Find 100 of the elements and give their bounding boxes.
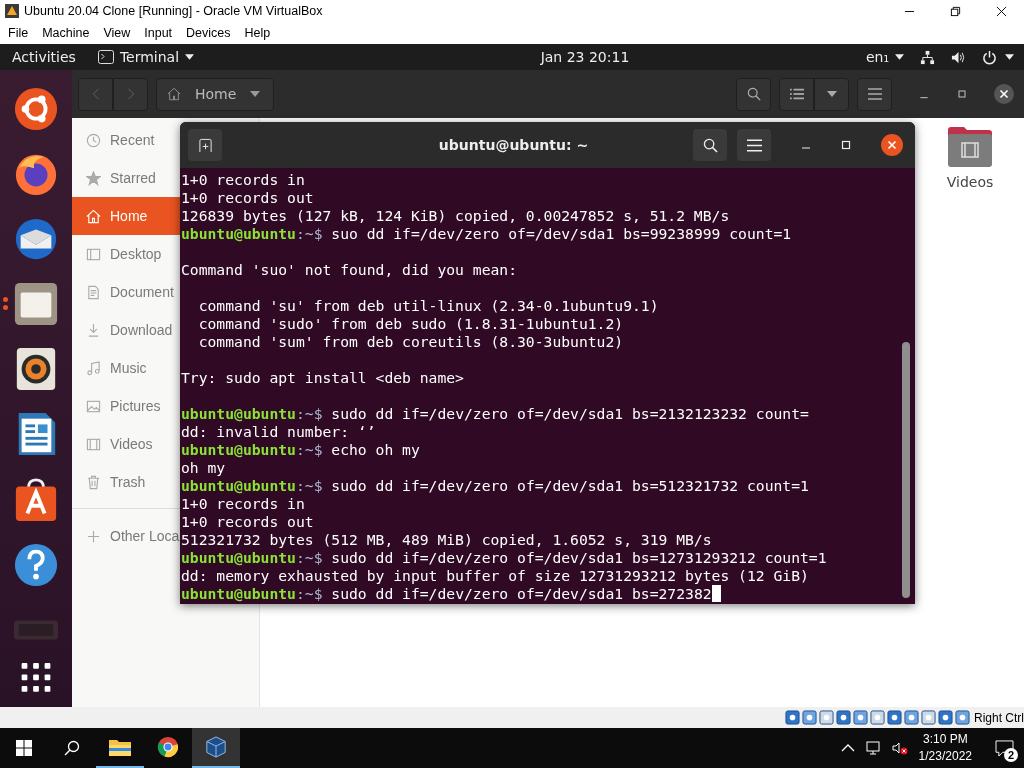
caret-icon — [250, 91, 261, 97]
terminal-icon — [97, 50, 114, 64]
network-icon[interactable] — [920, 49, 935, 65]
browser-icon — [156, 736, 180, 758]
menu-button[interactable] — [857, 77, 892, 111]
window-title: Ubuntu 20.04 Clone [Running] - Oracle VM VirtualBox — [24, 4, 323, 18]
sidebar-item[interactable]: Recent — [72, 121, 180, 159]
clock[interactable]: Jan 23 20:11 — [540, 49, 630, 65]
terminal-title: ubuntu@ubuntu: ~ — [438, 137, 589, 153]
power-icon[interactable] — [982, 49, 997, 65]
taskbar-time[interactable]: 3:10 PM — [922, 731, 968, 748]
status-icon[interactable] — [819, 710, 834, 725]
host-key-label: Right Ctrl — [974, 710, 1024, 725]
status-icon[interactable] — [802, 710, 817, 725]
terminal-line: ubuntu@ubuntu:~$ suo dd if=/dev/zero of=/dev/sda1 bs=99238999 count=1 — [181, 225, 793, 243]
close-icon[interactable] — [881, 134, 903, 156]
terminal-line: ubuntu@ubuntu:~$ sudo dd if=/dev/zero of=/dev/sda1 bs=12731293212 count=1 — [181, 549, 828, 567]
terminal-line: ubuntu@ubuntu:~$ sudo dd if=/dev/zero of=/dev/sda1 bs=512321732 count=1 — [181, 477, 810, 495]
activities-button[interactable]: Activities — [12, 49, 76, 65]
close-icon[interactable] — [996, 5, 1007, 17]
terminal-line: dd: memory exhausted by input buffer of size 12731293212 bytes (12 GiB) — [181, 567, 810, 585]
terminal-line: 1+0 records in — [181, 495, 306, 513]
sidebar-item[interactable]: Starred — [72, 159, 180, 197]
status-icon[interactable] — [904, 710, 919, 725]
volume-muted-icon[interactable] — [891, 740, 908, 756]
status-icon[interactable] — [887, 710, 902, 725]
terminal-line: command 'sum' from deb coreutils (8.30-3ubuntu2) — [197, 333, 625, 351]
terminal-line: 512321732 bytes (512 MB, 489 MiB) copied, 1.6052 s, 319 MB/s — [181, 531, 713, 549]
notification-button[interactable]: 2 — [984, 728, 1024, 768]
sidebar-item[interactable]: Other Loca — [72, 517, 180, 555]
status-icon[interactable] — [870, 710, 885, 725]
windows-start-icon[interactable] — [16, 740, 32, 756]
terminal-line: 126839 bytes (127 kB, 124 KiB) copied, 0.00247852 s, 51.2 MB/s — [181, 207, 731, 225]
ubuntu-logo-icon[interactable] — [13, 85, 59, 132]
list-icon — [789, 87, 804, 101]
search-icon[interactable] — [64, 740, 80, 756]
sidebar-item[interactable]: Pictures — [72, 387, 180, 425]
input-source-menu[interactable]: en₁ — [865, 49, 904, 65]
maximize-icon[interactable] — [841, 140, 851, 150]
taskbar-app[interactable] — [192, 728, 240, 768]
network-icon[interactable] — [865, 740, 882, 756]
terminal-line: Try: sudo apt install <deb name> — [181, 369, 465, 387]
status-icon[interactable] — [938, 710, 953, 725]
search-button[interactable] — [693, 129, 727, 161]
sidebar-item[interactable]: Document — [72, 273, 180, 311]
menu-item[interactable]: File — [1, 26, 36, 40]
caret-icon — [895, 54, 904, 60]
app-grid-icon[interactable] — [20, 662, 52, 694]
home-icon — [167, 87, 181, 101]
terminal-line: ubuntu@ubuntu:~$ sudo dd if=/dev/zero of=/dev/sda1 bs=272382 — [181, 585, 901, 603]
restore-icon[interactable] — [950, 5, 961, 17]
sidebar-item[interactable]: Download — [72, 311, 180, 349]
terminal-line: oh my — [181, 459, 227, 477]
help-icon[interactable] — [13, 541, 59, 588]
notification-count: 2 — [1004, 748, 1018, 762]
close-icon[interactable] — [994, 84, 1014, 104]
volume-icon[interactable] — [951, 49, 966, 65]
view-options-button[interactable] — [814, 77, 849, 111]
menu-item[interactable]: Help — [237, 26, 278, 40]
caret-icon[interactable] — [1005, 54, 1014, 60]
sidebar-item[interactable]: Trash — [72, 463, 180, 501]
terminal-line: dd: invalid number: ‘’ — [181, 423, 377, 441]
folder-label[interactable]: Videos — [946, 174, 994, 190]
sidebar-item[interactable]: Home — [72, 197, 180, 235]
virtualbox-logo-icon — [4, 3, 20, 19]
terminal-line: ubuntu@ubuntu:~$ echo oh my — [181, 441, 421, 459]
search-button[interactable] — [736, 77, 771, 111]
running-indicator — [3, 297, 8, 311]
message-icon — [994, 739, 1014, 757]
terminal-line: 1+0 records in — [181, 171, 306, 189]
image-icon — [86, 398, 101, 414]
status-icon[interactable] — [921, 710, 936, 725]
menu-item[interactable]: Devices — [179, 26, 238, 40]
download-icon — [86, 322, 101, 338]
menu-button[interactable] — [737, 129, 771, 161]
menu-icon — [867, 87, 882, 101]
new-tab-button[interactable] — [188, 129, 222, 161]
terminal-line: command 'sudo' from deb sudo (1.8.31-1ubuntu1.2) — [197, 315, 625, 333]
list-view-button[interactable] — [779, 77, 814, 111]
plus-icon — [86, 528, 101, 544]
status-icon[interactable] — [836, 710, 851, 725]
menu-item[interactable]: Machine — [35, 26, 97, 40]
location-button[interactable]: Home — [156, 77, 274, 111]
music-note-icon — [86, 360, 101, 376]
menu-item[interactable]: Input — [137, 26, 180, 40]
taskbar-date[interactable]: 1/23/2022 — [918, 748, 972, 765]
status-icon[interactable] — [955, 710, 970, 725]
search-icon — [746, 87, 761, 101]
sidebar-item[interactable]: Music — [72, 349, 180, 387]
app-menu[interactable]: Terminal — [97, 49, 195, 65]
caret-icon — [185, 54, 195, 60]
folder-icon[interactable] — [13, 281, 59, 328]
shopping-bag-icon[interactable] — [13, 476, 59, 523]
sidebar-item[interactable]: Desktop — [72, 235, 180, 273]
menu-item[interactable]: View — [96, 26, 138, 40]
new-tab-icon — [197, 137, 213, 153]
sidebar-item[interactable]: Videos — [72, 425, 180, 463]
home-icon — [86, 208, 101, 224]
status-icon[interactable] — [853, 710, 868, 725]
status-icon[interactable] — [785, 710, 800, 725]
